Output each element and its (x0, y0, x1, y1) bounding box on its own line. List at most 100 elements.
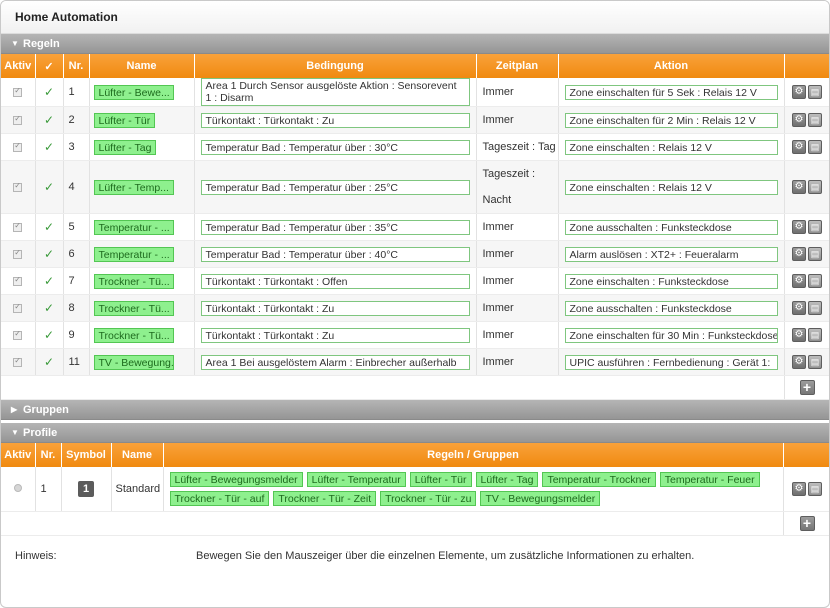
profile-rule-tag[interactable]: Trockner - Tür - Zeit (273, 490, 377, 506)
active-checkbox[interactable] (13, 329, 23, 340)
rule-action[interactable]: Zone ausschalten : Funksteckdose (564, 300, 778, 316)
rule-schedule: Immer (482, 356, 514, 368)
rule-name-tag[interactable]: TV - Bewegung... (93, 354, 174, 370)
rule-condition[interactable]: Area 1 Bei ausgelöstem Alarm : Einbreche… (200, 354, 470, 370)
trash-icon[interactable]: ▤ (808, 274, 822, 288)
rule-action[interactable]: Zone einschalten für 30 Min : Funksteckd… (564, 327, 778, 343)
col-aktiv: Aktiv (1, 54, 36, 78)
gear-icon[interactable]: ⚙ (792, 301, 806, 315)
rule-condition[interactable]: Türkontakt : Türkontakt : Zu (200, 327, 470, 343)
profile-rule-tag[interactable]: Temperatur - Trockner (542, 471, 656, 487)
rules-table: Aktiv ✓ Nr. Name Bedingung Zeitplan Akti… (1, 54, 829, 400)
rule-schedule: Immer (482, 302, 514, 314)
gear-icon[interactable]: ⚙ (792, 180, 806, 194)
profile-rule-tag[interactable]: Lüfter - Tür (409, 471, 472, 487)
gear-icon[interactable]: ⚙ (792, 247, 806, 261)
section-gruppen-label: Gruppen (23, 403, 69, 416)
rule-action[interactable]: Zone einschalten : Funksteckdose (564, 273, 778, 289)
triangle-down-icon: ▼ (11, 38, 19, 48)
trash-icon[interactable]: ▤ (808, 140, 822, 154)
check-icon: ✓ (43, 140, 55, 154)
trash-icon[interactable]: ▤ (808, 113, 822, 127)
active-checkbox[interactable] (13, 221, 23, 232)
gear-icon[interactable]: ⚙ (792, 113, 806, 127)
rule-schedule: Immer (482, 86, 514, 98)
gear-icon[interactable]: ⚙ (792, 481, 806, 496)
rule-condition[interactable]: Temperatur Bad : Temperatur über : 25°C (200, 179, 470, 195)
rule-action[interactable]: Alarm auslösen : XT2+ : Feueralarm (564, 246, 778, 262)
rule-schedule: Immer (482, 248, 514, 260)
active-checkbox[interactable] (13, 141, 23, 152)
rule-condition[interactable]: Türkontakt : Türkontakt : Zu (200, 112, 470, 128)
trash-icon[interactable]: ▤ (808, 180, 822, 194)
gear-icon[interactable]: ⚙ (792, 220, 806, 234)
rule-action[interactable]: Zone einschalten : Relais 12 V (564, 179, 778, 195)
rule-condition[interactable]: Temperatur Bad : Temperatur über : 30°C (200, 139, 470, 155)
check-icon: ✓ (43, 85, 55, 99)
rule-action[interactable]: Zone einschalten für 2 Min : Relais 12 V (564, 112, 778, 128)
active-checkbox[interactable] (13, 248, 23, 259)
profile-rule-tag[interactable]: Temperatur - Feuer (659, 471, 760, 487)
trash-icon[interactable]: ▤ (808, 220, 822, 234)
gear-icon[interactable]: ⚙ (792, 140, 806, 154)
rule-condition[interactable]: Türkontakt : Türkontakt : Offen (200, 273, 470, 289)
gear-icon[interactable]: ⚙ (792, 274, 806, 288)
plus-icon[interactable]: + (799, 380, 815, 395)
col-actions (784, 54, 829, 78)
trash-icon[interactable]: ▤ (808, 355, 822, 369)
active-checkbox[interactable] (13, 356, 23, 367)
rule-name-tag[interactable]: Lüfter - Temp... (93, 179, 174, 195)
profile-rule-tag[interactable]: Lüfter - Tag (475, 471, 539, 487)
rule-nr: 2 (63, 106, 90, 134)
profile-rule-tag[interactable]: TV - Bewegungsmelder (480, 490, 601, 506)
active-checkbox[interactable] (13, 275, 23, 286)
rule-condition[interactable]: Area 1 Durch Sensor ausgelöste Aktion : … (200, 78, 470, 106)
profile-active-radio[interactable] (13, 483, 22, 492)
section-regeln-header[interactable]: ▼ Regeln (1, 34, 829, 54)
rule-name-tag[interactable]: Temperatur - ... (93, 246, 174, 262)
trash-icon[interactable]: ▤ (808, 481, 822, 496)
rule-action[interactable]: Zone einschalten : Relais 12 V (564, 139, 778, 155)
rule-action[interactable]: Zone einschalten für 5 Sek : Relais 12 V (564, 84, 778, 100)
hint-text: Bewegen Sie den Mauszeiger über die einz… (196, 549, 695, 562)
section-gruppen-header[interactable]: ▶ Gruppen (1, 400, 829, 420)
rule-name-tag[interactable]: Lüfter - Tür (93, 112, 156, 128)
profile-name: Standard (111, 467, 164, 512)
rule-condition[interactable]: Temperatur Bad : Temperatur über : 35°C (200, 219, 470, 235)
active-checkbox[interactable] (13, 181, 23, 192)
rule-name-tag[interactable]: Temperatur - ... (93, 219, 174, 235)
rule-name-tag[interactable]: Trockner - Tü... (93, 300, 174, 316)
plus-icon[interactable]: + (799, 515, 815, 531)
rule-condition[interactable]: Türkontakt : Türkontakt : Zu (200, 300, 470, 316)
rule-name-tag[interactable]: Lüfter - Bewe... (93, 84, 174, 100)
profile-rule-tag[interactable]: Lüfter - Temperatur (306, 471, 406, 487)
profile-rule-tag[interactable]: Trockner - Tür - zu (380, 490, 477, 506)
trash-icon[interactable]: ▤ (808, 301, 822, 315)
app-title: Home Automation (1, 1, 829, 34)
section-profile-header[interactable]: ▼ Profile (1, 423, 829, 443)
rule-action[interactable]: UPIC ausführen : Fernbedienung : Gerät 1… (564, 354, 778, 370)
rule-action[interactable]: Zone ausschalten : Funksteckdose (564, 219, 778, 235)
check-icon: ✓ (43, 113, 55, 127)
active-checkbox[interactable] (13, 302, 23, 313)
col-nr: Nr. (63, 54, 90, 78)
profile-rule-tag[interactable]: Lüfter - Bewegungsmelder (169, 471, 303, 487)
gear-icon[interactable]: ⚙ (792, 85, 806, 99)
rule-name-tag[interactable]: Lüfter - Tag (93, 139, 157, 155)
trash-icon[interactable]: ▤ (808, 328, 822, 342)
rule-name-tag[interactable]: Trockner - Tü... (93, 327, 174, 343)
profile-rule-tag[interactable]: Trockner - Tür - auf (169, 490, 270, 506)
section-profile-label: Profile (23, 426, 58, 439)
table-row: ✓ 7Trockner - Tü... Türkontakt : Türkontak… (1, 267, 829, 295)
col-aktion: Aktion (558, 54, 785, 78)
col-zeitplan: Zeitplan (476, 54, 559, 78)
rule-condition[interactable]: Temperatur Bad : Temperatur über : 40°C (200, 246, 470, 262)
active-checkbox[interactable] (13, 86, 23, 97)
gear-icon[interactable]: ⚙ (792, 355, 806, 369)
active-checkbox[interactable] (13, 114, 23, 125)
rule-name-tag[interactable]: Trockner - Tü... (93, 273, 174, 289)
trash-icon[interactable]: ▤ (808, 85, 822, 99)
gear-icon[interactable]: ⚙ (792, 328, 806, 342)
table-row: ✓ 2Lüfter - Tür Türkontakt : Türkontakt : … (1, 106, 829, 134)
trash-icon[interactable]: ▤ (808, 247, 822, 261)
